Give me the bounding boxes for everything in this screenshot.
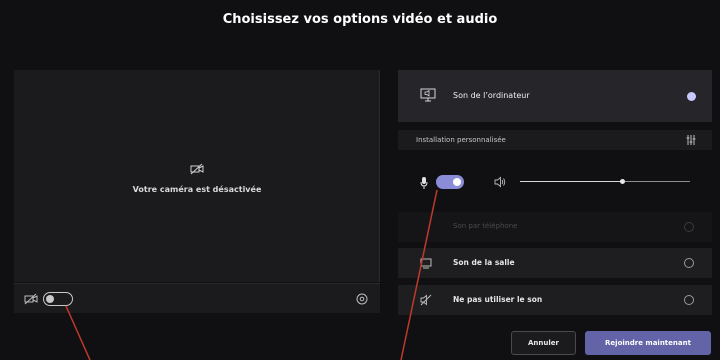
pointer-mic-toggle (400, 189, 438, 360)
annotation-pointers (65, 189, 438, 360)
pointer-camera-toggle (65, 305, 91, 360)
